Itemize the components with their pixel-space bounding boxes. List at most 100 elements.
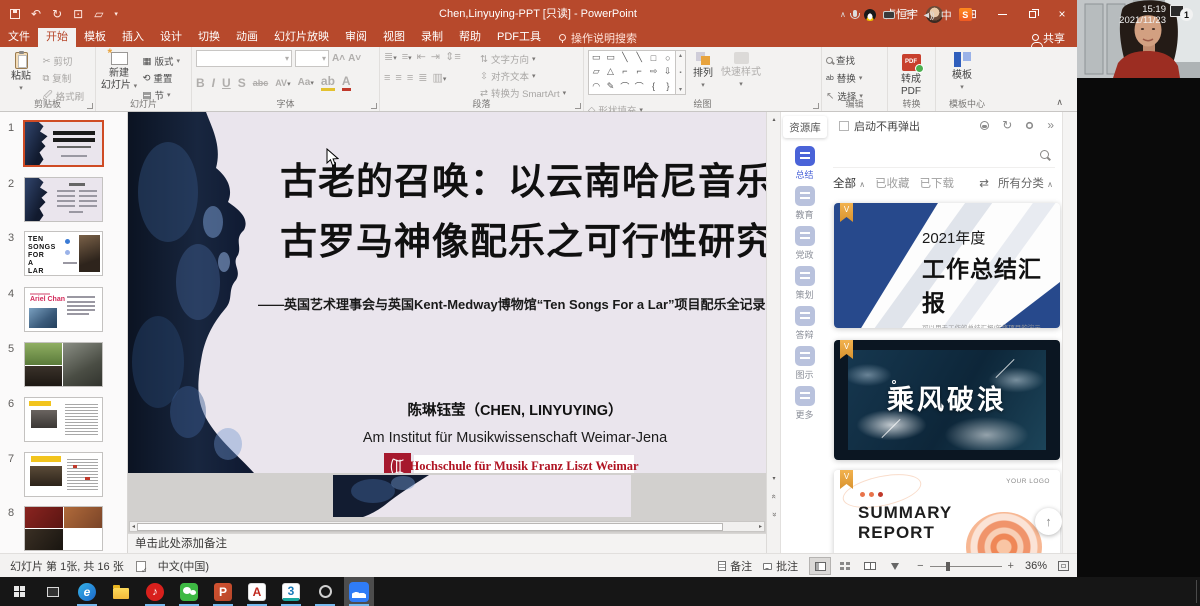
filter-category[interactable]: 所有分类 ∧ xyxy=(998,175,1053,191)
shape-glyph[interactable]: ▭ xyxy=(606,52,615,63)
fit-to-window-icon[interactable] xyxy=(1058,561,1069,571)
taskbar-app-3-icon[interactable]: 3 xyxy=(276,577,306,606)
undo-icon[interactable]: ↶ xyxy=(31,8,41,20)
align-text-button[interactable]: ⇳对齐文本▾ xyxy=(480,69,566,83)
filter-favorites[interactable]: 已收藏 xyxy=(875,175,910,191)
paste-button[interactable]: 粘贴▾ xyxy=(4,50,38,99)
sogou-input-icon[interactable]: S xyxy=(959,8,972,21)
notes-toggle[interactable]: 备注 xyxy=(718,558,752,574)
italic-button[interactable]: I xyxy=(212,76,215,90)
replace-button[interactable]: ab替换▾ xyxy=(826,71,863,85)
shape-glyph[interactable]: ⌐ xyxy=(637,66,642,76)
scroll-right-icon[interactable]: ▸ xyxy=(757,523,764,530)
shape-glyph[interactable]: ✎ xyxy=(607,81,615,92)
shape-glyph[interactable]: ╲ xyxy=(636,52,641,63)
taskbar-task-view-icon[interactable] xyxy=(38,577,68,606)
startup-checkbox[interactable] xyxy=(839,121,849,131)
arrange-button[interactable]: 排列▾ xyxy=(686,50,720,99)
columns-icon[interactable]: ▥▾ xyxy=(432,71,446,84)
tab-幻灯片放映[interactable]: 幻灯片放映 xyxy=(266,28,337,47)
layout-button[interactable]: ▦版式▾ xyxy=(142,54,180,68)
strikethrough-button[interactable]: abc xyxy=(253,78,269,88)
account-icon[interactable] xyxy=(980,121,989,130)
paragraph-dialog-launcher[interactable] xyxy=(575,103,581,109)
shape-glyph[interactable]: ▱ xyxy=(593,66,600,77)
cut-button[interactable]: ✂剪切 xyxy=(42,54,84,68)
shape-glyph[interactable]: ⇩ xyxy=(664,66,672,77)
tab-录制[interactable]: 录制 xyxy=(413,28,451,47)
template-card-3[interactable]: V YOUR LOGO SUMMARYREPORT 20XX年度总结汇报 xyxy=(834,470,1060,553)
slide-author[interactable]: 陈琳钰莹（CHEN, LINYUYING） xyxy=(280,399,750,420)
template-card-1[interactable]: V 2021年度 工作总结汇报 可以用于工作的总结汇报/年终项目的演示 汇报人：… xyxy=(834,203,1060,328)
reset-button[interactable]: ⟲重置 xyxy=(142,71,180,85)
underline-button[interactable]: U xyxy=(222,76,231,90)
layout-toggle-icon[interactable]: ⇄ xyxy=(979,176,989,190)
restore-button[interactable] xyxy=(1017,0,1047,28)
slide-thumbnail-1[interactable]: 1 xyxy=(0,122,128,165)
highlight-color-button[interactable]: ab xyxy=(321,74,335,91)
shape-glyph[interactable]: ╲ xyxy=(622,52,627,63)
notification-badge[interactable]: 1 xyxy=(1180,8,1193,21)
change-case-button[interactable]: Aa▾ xyxy=(298,77,314,88)
shape-glyph[interactable]: ⌒ xyxy=(635,80,644,93)
filter-downloaded[interactable]: 已下载 xyxy=(920,175,955,191)
resource-library-tab[interactable]: 资源库 xyxy=(783,116,827,138)
align-right-icon[interactable]: ≡ xyxy=(407,72,413,84)
copy-button[interactable]: ⧉复制 xyxy=(42,71,84,85)
save-icon[interactable] xyxy=(10,9,20,19)
collapse-chevrons-icon[interactable]: » xyxy=(1047,118,1054,132)
wifi-icon[interactable] xyxy=(902,10,915,20)
tab-设计[interactable]: 设计 xyxy=(152,28,190,47)
bullets-icon[interactable]: ≣▾ xyxy=(384,50,397,63)
slide-thumbnail-2[interactable]: 2 xyxy=(0,178,128,221)
reading-view-button[interactable] xyxy=(859,557,881,575)
spellcheck-icon[interactable] xyxy=(136,561,146,572)
template-card-2[interactable]: V 乘风破浪 xyxy=(834,340,1060,460)
taskbar-wechat-icon[interactable] xyxy=(174,577,204,606)
slide-thumbnail-3[interactable]: 3TENSONGSFORALAR xyxy=(0,232,128,275)
collapse-ribbon-icon[interactable]: ∧ xyxy=(1056,97,1063,108)
category-党政[interactable]: 党政 xyxy=(781,226,828,261)
slide-thumbnail-5[interactable]: 5 xyxy=(0,343,128,386)
show-desktop-divider[interactable] xyxy=(1196,580,1197,603)
back-to-top-button[interactable]: ↑ xyxy=(1035,508,1062,535)
shape-gallery[interactable]: ▭▭╲╲□○▱△⌐⌐⇨⇩◠✎⌒⌒{} xyxy=(588,50,676,95)
grow-font-icon[interactable]: A˄ xyxy=(332,53,345,64)
taskbar-netease-music-icon[interactable]: ♪ xyxy=(140,577,170,606)
language-indicator[interactable]: 中文(中国) xyxy=(158,558,209,574)
panel-search-icon[interactable] xyxy=(1040,150,1049,159)
text-direction-button[interactable]: ⇅文字方向▾ xyxy=(480,52,566,66)
taskbar-app-a-icon[interactable]: A xyxy=(242,577,272,606)
horizontal-scrollbar[interactable]: ◂ ▸ xyxy=(129,521,765,532)
numbering-icon[interactable]: ≡▾ xyxy=(402,51,412,63)
shape-glyph[interactable]: } xyxy=(666,81,669,91)
slide-title[interactable]: 古老的召唤：以云南哈尼音乐为 古罗马神像配乐之可行性研究 xyxy=(280,152,750,272)
tab-插入[interactable]: 插入 xyxy=(114,28,152,47)
shape-glyph[interactable]: ⌒ xyxy=(620,80,629,93)
filter-all[interactable]: 全部 ∧ xyxy=(833,175,865,191)
zoom-thumb[interactable] xyxy=(946,562,950,571)
scroll-left-icon[interactable]: ◂ xyxy=(130,523,137,530)
panel-scroll-gutter[interactable] xyxy=(1062,112,1077,553)
scroll-up-icon[interactable]: ▴ xyxy=(768,113,780,126)
notes-pane[interactable]: 单击此处添加备注 xyxy=(128,533,766,553)
touch-mode-icon[interactable]: ▱ xyxy=(94,8,103,20)
taskbar-file-explorer-icon[interactable] xyxy=(106,577,136,606)
line-spacing-icon[interactable]: ⇕≡ xyxy=(445,50,461,63)
slide-thumbnail-6[interactable]: 6 xyxy=(0,398,128,441)
tab-帮助[interactable]: 帮助 xyxy=(451,28,489,47)
input-method-indicator[interactable]: 中 xyxy=(941,7,952,23)
shape-glyph[interactable]: ⌐ xyxy=(622,66,627,76)
font-color-button[interactable]: A xyxy=(342,74,351,91)
category-图示[interactable]: 图示 xyxy=(781,346,828,381)
tab-开始[interactable]: 开始 xyxy=(38,28,76,47)
shape-glyph[interactable]: △ xyxy=(607,66,614,77)
zoom-out-icon[interactable]: − xyxy=(917,560,923,572)
hidden-icons-chevron[interactable]: ∧ xyxy=(840,10,846,19)
refresh-icon[interactable]: ↻ xyxy=(1002,118,1012,132)
tell-me-search[interactable]: 操作说明搜索 xyxy=(559,28,637,47)
convert-pdf-button[interactable]: PDF 转成 PDF xyxy=(892,52,930,101)
category-教育[interactable]: 教育 xyxy=(781,186,828,221)
font-size-combo[interactable]: ▾ xyxy=(295,50,329,67)
slide-thumbnail-4[interactable]: 4Ariel Chan xyxy=(0,288,128,331)
